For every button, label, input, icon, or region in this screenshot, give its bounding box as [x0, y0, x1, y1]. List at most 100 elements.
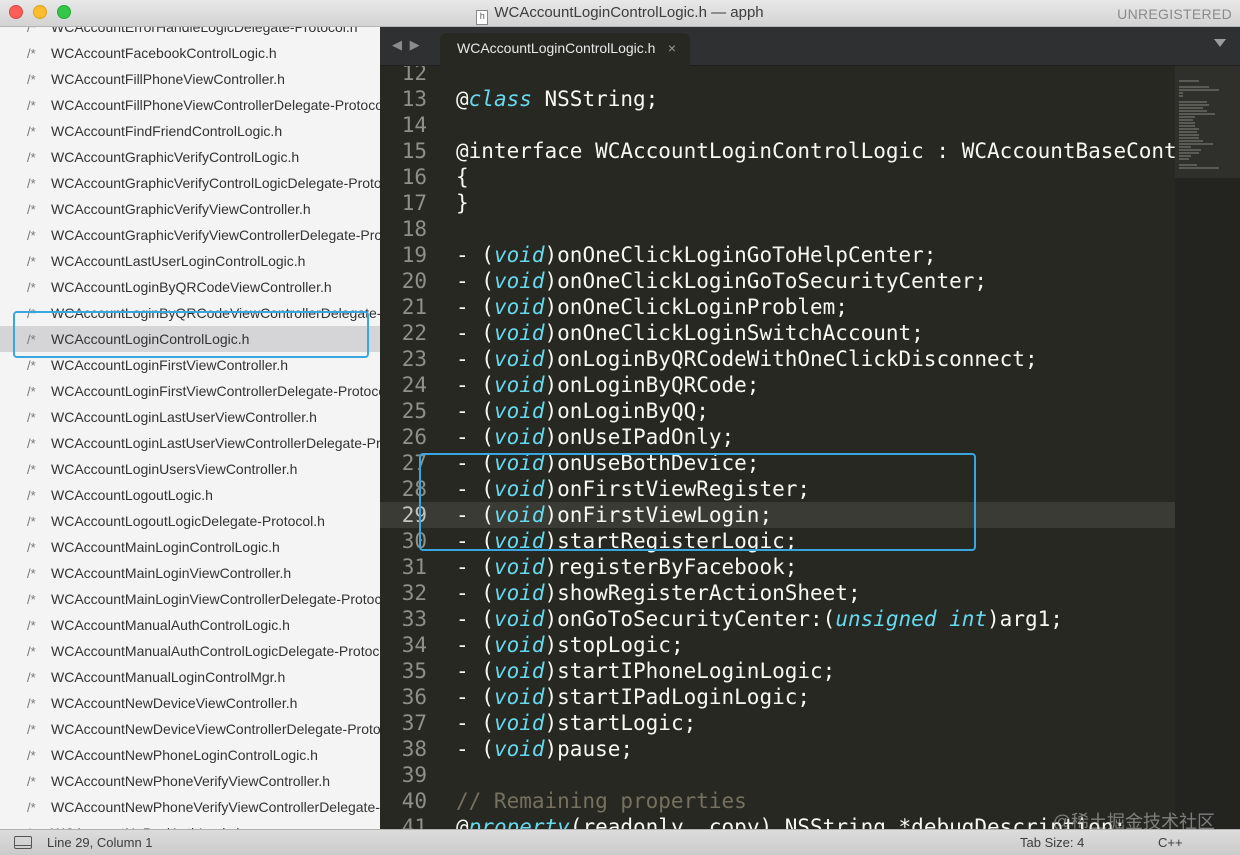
- syntax-selector[interactable]: C++: [1158, 830, 1183, 855]
- panel-toggle-icon[interactable]: [14, 836, 32, 849]
- code-line[interactable]: 34 - (void)stopLogic;: [380, 632, 1175, 658]
- code-line[interactable]: 13 @class NSString;: [380, 86, 1175, 112]
- unregistered-label: UNREGISTERED: [1117, 6, 1232, 22]
- sidebar-file-item[interactable]: /* WCAccountGraphicVerifyControlLogicDele…: [0, 170, 380, 196]
- sidebar-file-item[interactable]: /*WCAccountNoPwdAuthLogic.h: [0, 820, 380, 829]
- sidebar-file-item[interactable]: /* WCAccountLoginByQRCodeViewController.h: [0, 274, 380, 300]
- sidebar-file-item[interactable]: /* WCAccountErrorHandleLogicDelegate-Prot…: [0, 27, 380, 40]
- line-number: 17: [401, 191, 427, 215]
- code-line[interactable]: 38 - (void)pause;: [380, 736, 1175, 762]
- sidebar-file-item[interactable]: /* WCAccountMainLoginControlLogic.h: [0, 534, 380, 560]
- code-keyword: void: [493, 347, 545, 371]
- sidebar-file-item[interactable]: /* WCAccountNewDeviceViewControllerDelega…: [0, 716, 380, 742]
- minimap[interactable]: [1175, 66, 1240, 829]
- sidebar-file-item[interactable]: /* WCAccountGraphicVerifyViewControllerDe…: [0, 222, 380, 248]
- sidebar-file-item[interactable]: /* WCAccountManualLoginControlMgr.h: [0, 664, 380, 690]
- line-number: 40: [401, 789, 427, 813]
- code-line[interactable]: 18: [380, 216, 1175, 242]
- code-token: )onLoginByQQ;: [544, 399, 709, 423]
- sidebar-file-label: WCAccountLoginFirstViewController.h: [51, 357, 289, 373]
- cursor-position: Line 29, Column 1: [47, 835, 153, 850]
- sidebar-file-item[interactable]: /* WCAccountLoginLastUserViewController.h: [0, 404, 380, 430]
- code-line[interactable]: 14: [380, 112, 1175, 138]
- code-line[interactable]: 39: [380, 762, 1175, 788]
- code-keyword: void: [493, 269, 545, 293]
- tab-nav-arrows[interactable]: ◀ ▶: [392, 37, 422, 53]
- minimap-line: [1179, 128, 1199, 130]
- tab-size-selector[interactable]: Tab Size: 4: [1020, 830, 1084, 855]
- sidebar-file-item[interactable]: /* WCAccountNewDeviceViewController.h: [0, 690, 380, 716]
- code-line[interactable]: 27 - (void)onUseBothDevice;: [380, 450, 1175, 476]
- code-line[interactable]: 17}: [380, 190, 1175, 216]
- code-line[interactable]: 21 - (void)onOneClickLoginProblem;: [380, 294, 1175, 320]
- code-line[interactable]: 16 {: [380, 164, 1175, 190]
- minimap-line: [1179, 125, 1195, 127]
- tab-active-file[interactable]: WCAccountLoginControlLogic.h ×: [440, 33, 690, 66]
- code-line[interactable]: 23 - (void)onLoginByQRCodeWithOneClickDis…: [380, 346, 1175, 372]
- sidebar-file-item[interactable]: /* WCAccountMainLoginViewController.h: [0, 560, 380, 586]
- code-line[interactable]: 25 - (void)onLoginByQQ;: [380, 398, 1175, 424]
- code-line[interactable]: 36 - (void)startIPadLoginLogic;: [380, 684, 1175, 710]
- sidebar-file-item[interactable]: /* WCAccountFillPhoneViewController.h: [0, 66, 380, 92]
- sidebar-file-item[interactable]: /* WCAccountGraphicVerifyControlLogic.h: [0, 144, 380, 170]
- code-line[interactable]: 15 @interface WCAccountLoginControlLogic …: [380, 138, 1240, 164]
- code-token: - (: [456, 581, 494, 605]
- tab-close-icon[interactable]: ×: [668, 33, 676, 64]
- code-text: - (void)onOneClickLoginGoToSecurityCente…: [456, 268, 987, 294]
- code-keyword: property: [468, 815, 570, 829]
- code-token: )onOneClickLoginGoToSecurityCenter;: [544, 269, 988, 293]
- code-text: - (void)showRegisterActionSheet;: [456, 580, 861, 606]
- code-line[interactable]: 32 - (void)showRegisterActionSheet;: [380, 580, 1175, 606]
- code-line[interactable]: 33 - (void)onGoToSecurityCenter:(unsigned…: [380, 606, 1175, 632]
- sidebar-file-item[interactable]: /* WCAccountLoginFirstViewController.h: [0, 352, 380, 378]
- sidebar-file-item[interactable]: /* WCAccountNewPhoneVerifyViewControllerD…: [0, 794, 380, 820]
- code-area[interactable]: 12 13 @class NSString; 14 15 @interface WCAcc…: [380, 66, 1240, 829]
- minimap-line: [1179, 143, 1213, 145]
- sidebar-file-item[interactable]: /* WCAccountMainLoginViewControllerDelega…: [0, 586, 380, 612]
- sidebar-file-item[interactable]: /* WCAccountLogoutLogic.h: [0, 482, 380, 508]
- sidebar-file-item[interactable]: /* WCAccountLoginFirstViewControllerDeleg…: [0, 378, 380, 404]
- sidebar-file-item[interactable]: /* WCAccountGraphicVerifyViewController.h: [0, 196, 380, 222]
- code-line[interactable]: 12: [380, 66, 1175, 86]
- sidebar-file-label: WCAccountNewDeviceViewControllerDelegate…: [51, 721, 380, 737]
- code-line[interactable]: 35 - (void)startIPhoneLoginLogic;: [380, 658, 1175, 684]
- tab-dropdown-icon[interactable]: [1214, 39, 1226, 47]
- code-line[interactable]: 24 - (void)onLoginByQRCode;: [380, 372, 1175, 398]
- file-comment-icon: /*: [27, 254, 36, 269]
- code-keyword: void: [493, 451, 545, 475]
- code-token: )startRegisterLogic;: [544, 529, 798, 553]
- code-line[interactable]: 22 - (void)onOneClickLoginSwitchAccount;: [380, 320, 1175, 346]
- sidebar-file-item[interactable]: /* WCAccountManualAuthControlLogicDelegat…: [0, 638, 380, 664]
- sidebar-file-item[interactable]: /* WCAccountLoginLastUserViewControllerDe…: [0, 430, 380, 456]
- sidebar-file-item[interactable]: /* WCAccountLastUserLoginControlLogic.h: [0, 248, 380, 274]
- file-comment-icon: /*: [27, 27, 36, 35]
- code-line[interactable]: 26 - (void)onUseIPadOnly;: [380, 424, 1175, 450]
- code-text: - (void)stopLogic;: [456, 632, 684, 658]
- code-line[interactable]: 31 - (void)registerByFacebook;: [380, 554, 1175, 580]
- code-line[interactable]: 20 - (void)onOneClickLoginGoToSecurityCen…: [380, 268, 1175, 294]
- minimap-line: [1179, 101, 1207, 103]
- sidebar-file-item[interactable]: /* WCAccountNewPhoneLoginControlLogic.h: [0, 742, 380, 768]
- code-editor[interactable]: 12 13 @class NSString; 14 15 @interface WCAcc…: [380, 66, 1240, 829]
- sidebar-file-item[interactable]: /* WCAccountFacebookControlLogic.h: [0, 40, 380, 66]
- sidebar-file-item[interactable]: /* WCAccountLoginControlLogic.h: [0, 326, 380, 352]
- file-comment-icon: /*: [27, 358, 36, 373]
- code-line[interactable]: 19 - (void)onOneClickLoginGoToHelpCenter;: [380, 242, 1175, 268]
- file-comment-icon: /*: [27, 384, 36, 399]
- code-token: - (: [456, 295, 494, 319]
- code-line[interactable]: 29 - (void)onFirstViewLogin;: [380, 502, 1175, 528]
- code-line[interactable]: 28 - (void)onFirstViewRegister;: [380, 476, 1175, 502]
- code-token: )onOneClickLoginProblem;: [544, 295, 848, 319]
- code-line[interactable]: 37 - (void)startLogic;: [380, 710, 1175, 736]
- sidebar-file-item[interactable]: /* WCAccountFindFriendControlLogic.h: [0, 118, 380, 144]
- sidebar-file-item[interactable]: /* WCAccountLoginUsersViewController.h: [0, 456, 380, 482]
- sidebar-file-item[interactable]: /* WCAccountManualAuthControlLogic.h: [0, 612, 380, 638]
- code-token: )onOneClickLoginSwitchAccount;: [544, 321, 924, 345]
- sidebar-file-item[interactable]: /* WCAccountLoginByQRCodeViewControllerDe…: [0, 300, 380, 326]
- code-keyword: void: [493, 581, 545, 605]
- code-line[interactable]: 30 - (void)startRegisterLogic;: [380, 528, 1175, 554]
- sidebar-file-item[interactable]: /* WCAccountLogoutLogicDelegate-Protocol.…: [0, 508, 380, 534]
- sidebar-file-item[interactable]: /* WCAccountFillPhoneViewControllerDelega…: [0, 92, 380, 118]
- sidebar-file-item[interactable]: /* WCAccountNewPhoneVerifyViewController.…: [0, 768, 380, 794]
- code-keyword: void: [493, 555, 545, 579]
